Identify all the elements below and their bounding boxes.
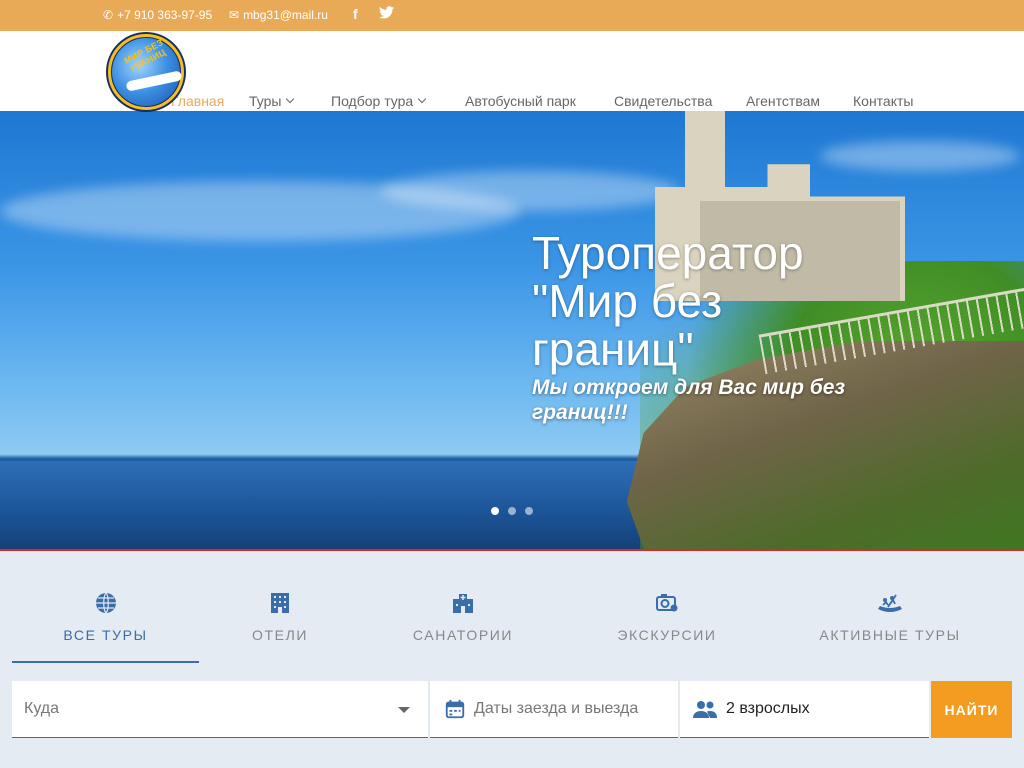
rafting-icon bbox=[878, 594, 902, 612]
top-contact-bar: ✆ +7 910 363-97-95 ✉ mbg31@mail.ru f bbox=[0, 0, 1024, 31]
tab-label: Активные туры bbox=[819, 627, 961, 643]
slider-dot-1[interactable] bbox=[491, 507, 499, 515]
site-logo[interactable]: МИР БЕЗ ГРАНИЦ bbox=[106, 32, 186, 112]
tour-search-panel: Все туры Отели Санатории Экскурсии bbox=[0, 551, 1024, 768]
email-contact[interactable]: ✉ mbg31@mail.ru bbox=[229, 8, 328, 22]
calendar-icon bbox=[445, 699, 465, 719]
nav-item-bus-fleet[interactable]: Автобусный парк bbox=[465, 93, 576, 109]
phone-number: +7 910 363-97-95 bbox=[117, 8, 213, 22]
chevron-down-icon bbox=[286, 94, 295, 104]
caret-down-icon bbox=[398, 707, 410, 713]
nav-item-contacts[interactable]: Контакты bbox=[853, 93, 913, 109]
chevron-down-icon bbox=[417, 94, 427, 104]
nav-item-tours[interactable]: Туры bbox=[249, 93, 295, 109]
active-tab-indicator bbox=[12, 661, 199, 663]
nav-label: Подбор тура bbox=[331, 93, 414, 109]
globe-icon bbox=[95, 592, 116, 614]
nav-item-home[interactable]: Главная bbox=[171, 93, 224, 109]
phone-icon: ✆ bbox=[103, 8, 114, 22]
nav-label: Агентствам bbox=[746, 93, 821, 109]
phone-contact[interactable]: ✆ +7 910 363-97-95 bbox=[103, 8, 212, 22]
nav-item-tour-selection[interactable]: Подбор тура bbox=[331, 93, 427, 109]
sanatorium-icon bbox=[453, 594, 473, 613]
camera-icon bbox=[656, 594, 678, 612]
twitter-icon[interactable] bbox=[379, 6, 394, 19]
nav-label: Контакты bbox=[853, 93, 914, 109]
destination-placeholder: Куда bbox=[24, 700, 60, 717]
slider-dot-2[interactable] bbox=[508, 507, 516, 515]
tab-label: Санатории bbox=[412, 627, 514, 643]
slider-dot-3[interactable] bbox=[525, 507, 533, 515]
dates-placeholder: Даты заезда и выезда bbox=[474, 700, 639, 717]
tab-excursions[interactable]: Экскурсии bbox=[592, 591, 742, 643]
nav-label: Туры bbox=[249, 93, 282, 109]
nav-item-agencies[interactable]: Агентствам bbox=[746, 93, 820, 109]
people-icon bbox=[693, 701, 717, 718]
hero-title: Туроператор "Мир без границ" bbox=[532, 227, 804, 375]
hotel-icon bbox=[271, 593, 289, 613]
cloud bbox=[380, 171, 680, 211]
nav-item-certificates[interactable]: Свидетельства bbox=[614, 93, 712, 109]
slider-dots bbox=[491, 507, 533, 515]
tab-all-tours[interactable]: Все туры bbox=[12, 591, 199, 643]
tab-label: Отели bbox=[251, 627, 309, 643]
dates-field[interactable]: Даты заезда и выезда bbox=[430, 681, 678, 738]
mail-icon: ✉ bbox=[229, 8, 240, 22]
guests-value: 2 взрослых bbox=[726, 700, 810, 717]
email-address: mbg31@mail.ru bbox=[243, 8, 328, 22]
hero-slider: Туроператор "Мир без границ" Мы откроем … bbox=[0, 111, 1024, 551]
hero-subtitle: Мы откроем для Вас мир без границ!!! bbox=[532, 376, 846, 424]
tab-hotels[interactable]: Отели bbox=[205, 591, 355, 643]
nav-label: Главная bbox=[171, 93, 225, 109]
nav-label: Автобусный парк bbox=[465, 93, 576, 109]
search-submit-button[interactable]: НАЙТИ bbox=[931, 681, 1012, 738]
facebook-icon[interactable]: f bbox=[353, 6, 358, 22]
tab-active-tours[interactable]: Активные туры bbox=[806, 591, 974, 643]
guests-field[interactable]: 2 взрослых bbox=[680, 681, 929, 738]
cloud bbox=[820, 141, 1020, 171]
tab-label: Экскурсии bbox=[617, 627, 717, 643]
destination-select[interactable]: Куда bbox=[12, 681, 428, 738]
nav-label: Свидетельства bbox=[614, 93, 713, 109]
tab-label: Все туры bbox=[63, 627, 148, 643]
tab-sanatoriums[interactable]: Санатории bbox=[388, 591, 538, 643]
